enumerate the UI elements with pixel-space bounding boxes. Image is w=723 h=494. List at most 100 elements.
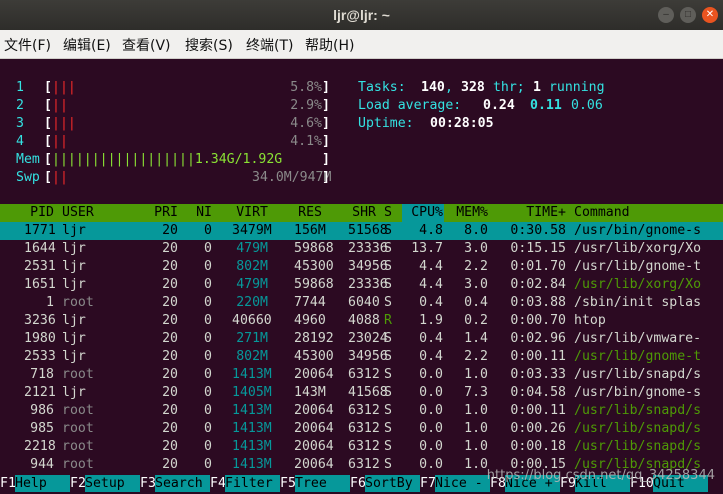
cell-cpu: 13.7 xyxy=(411,241,443,256)
cell-res: 20064 xyxy=(294,367,334,382)
cell-time: 0:02.96 xyxy=(510,331,566,346)
fkey-label-help[interactable]: Help xyxy=(15,475,70,492)
cell-shr: 6312 xyxy=(348,439,380,454)
cell-shr: 34956 xyxy=(348,349,388,364)
cell-pri: 20 xyxy=(162,385,178,400)
table-row[interactable]: 986 root 20 0 1413M 20064 6312 S 0.0 1.0 0:00.11/u… xyxy=(0,402,723,420)
column-header-virt[interactable]: VIRT xyxy=(232,204,268,222)
cell-mem: 7.3 xyxy=(464,385,488,400)
column-header-pri[interactable]: PRI xyxy=(150,204,178,222)
fkey-f3[interactable]: F3 xyxy=(140,475,156,492)
cell-pri: 20 xyxy=(162,421,178,436)
meter-value: 34.0M/947M xyxy=(252,170,332,185)
cell-pid: 2531 xyxy=(24,259,56,274)
fkey-f1[interactable]: F1 xyxy=(0,475,16,492)
menu-search[interactable]: 搜索(S) xyxy=(185,35,233,55)
column-header-ni[interactable]: NI xyxy=(196,204,212,222)
cell-shr: 6312 xyxy=(348,421,380,436)
menu-view[interactable]: 查看(V) xyxy=(122,35,171,55)
cell-pri: 20 xyxy=(162,277,178,292)
cell-ni: 0 xyxy=(204,385,212,400)
window-titlebar[interactable]: ljr@ljr: ~ – □ ✕ xyxy=(0,0,723,30)
fkey-label-tree[interactable]: Tree xyxy=(295,475,350,492)
table-row[interactable]: 2531 ljr 20 0 802M 45300 34956 S 4.4 2.2 0:01.70/u… xyxy=(0,258,723,276)
fkey-label-search[interactable]: Search xyxy=(155,475,210,492)
maximize-icon[interactable]: □ xyxy=(680,7,696,23)
menu-edit[interactable]: 编辑(E) xyxy=(63,35,111,55)
cell-s: S xyxy=(384,349,392,364)
fkey-f6[interactable]: F6 xyxy=(350,475,366,492)
column-header-pid[interactable]: PID xyxy=(24,204,54,222)
menu-help[interactable]: 帮助(H) xyxy=(305,35,354,55)
table-row[interactable]: 1980 ljr 20 0 271M 28192 23024 S 0.4 1.4 0:02.96/u… xyxy=(0,330,723,348)
cell-shr: 51568 xyxy=(348,223,388,238)
cell-user: root xyxy=(62,403,94,418)
table-row[interactable]: 1 root 20 0 220M 7744 6040 S 0.4 0.4 0:03.88/sbin/… xyxy=(0,294,723,312)
meter-value: 5.8% xyxy=(290,80,322,95)
fkey-f7[interactable]: F7 xyxy=(420,475,436,492)
cell-res: 20064 xyxy=(294,457,334,472)
cell-mem: 1.0 xyxy=(464,421,488,436)
fkey-f5[interactable]: F5 xyxy=(280,475,296,492)
column-header-s[interactable]: S xyxy=(384,204,394,222)
table-row[interactable]: 1771 ljr 20 0 3479M 156M 51568 S 4.8 8.0 0:30.58/u… xyxy=(0,222,723,240)
cell-s: S xyxy=(384,241,392,256)
meter-close-bracket: ] xyxy=(322,98,330,113)
table-row[interactable]: 1651 ljr 20 0 479M 59868 23336 S 4.4 3.0 0:02.84/u… xyxy=(0,276,723,294)
terminal-area[interactable]: 1[||| 5.8%] 2[|| 2.9%] 3[||| 4.6%] 4[|| 4.1%] Me… xyxy=(0,59,723,494)
column-header-shr[interactable]: SHR xyxy=(348,204,376,222)
cell-res: 156M xyxy=(294,223,326,238)
cell-shr: 41568 xyxy=(348,385,388,400)
meter-value: 4.1% xyxy=(290,134,322,149)
menu-file[interactable]: 文件(F) xyxy=(4,35,51,55)
cell-mem: 3.0 xyxy=(464,241,488,256)
cell-cpu: 0.0 xyxy=(419,421,443,436)
cell-res: 143M xyxy=(294,385,326,400)
cell-cpu: 4.8 xyxy=(419,223,443,238)
table-row[interactable]: 985 root 20 0 1413M 20064 6312 S 0.0 1.0 0:00.26/u… xyxy=(0,420,723,438)
fkey-f4[interactable]: F4 xyxy=(210,475,226,492)
column-header-command[interactable]: Command xyxy=(574,204,723,222)
table-row[interactable]: 2121 ljr 20 0 1405M 143M 41568 S 0.0 7.3 0:04.58/u… xyxy=(0,384,723,402)
cell-cpu: 0.4 xyxy=(419,331,443,346)
uptime-value: 00:28:05 xyxy=(430,116,494,131)
table-row[interactable]: 718 root 20 0 1413M 20064 6312 S 0.0 1.0 0:03.33/u… xyxy=(0,366,723,384)
cell-pri: 20 xyxy=(162,457,178,472)
close-icon[interactable]: ✕ xyxy=(702,7,718,23)
minimize-icon[interactable]: – xyxy=(658,7,674,23)
column-header-cpu[interactable]: CPU% xyxy=(403,204,443,222)
column-header-time[interactable]: TIME+ xyxy=(510,204,566,222)
process-table-header: PID USER PRI NI VIRT RES SHR S CPU% MEM% TIME+ Comm… xyxy=(0,204,723,222)
column-header-res[interactable]: RES xyxy=(294,204,322,222)
fkey-label-nice[interactable]: Nice - xyxy=(435,475,490,492)
table-row[interactable]: 3236 ljr 20 0 40660 4960 4088 R 1.9 0.2 0:00.70 hto… xyxy=(0,312,723,330)
cell-command: /usr/lib/snapd/s xyxy=(574,367,702,382)
cell-virt: 802M xyxy=(236,259,268,274)
table-row[interactable]: 2218 root 20 0 1413M 20064 6312 S 0.0 1.0 0:00.18 /… xyxy=(0,438,723,456)
column-header-user[interactable]: USER xyxy=(62,204,122,222)
load-5min: 0.11 xyxy=(530,98,562,113)
cell-pid: 718 xyxy=(30,367,54,382)
menu-terminal[interactable]: 终端(T) xyxy=(246,35,293,55)
load-1min: 0.24 xyxy=(483,98,515,113)
meter-bar: || xyxy=(52,170,68,185)
cell-shr: 23024 xyxy=(348,331,388,346)
cell-shr: 6312 xyxy=(348,403,380,418)
cell-s: S xyxy=(384,439,392,454)
cell-ni: 0 xyxy=(204,277,212,292)
fkey-label-sortby[interactable]: SortBy xyxy=(365,475,420,492)
watermark-text: https://blog.csdn.net/qq_34258344 xyxy=(486,468,715,483)
column-header-mem[interactable]: MEM% xyxy=(448,204,488,222)
cell-user: ljr xyxy=(62,277,86,292)
cell-command: /usr/bin/gnome-s xyxy=(574,223,702,238)
fkey-label-filter[interactable]: Filter xyxy=(225,475,280,492)
fkey-label-setup[interactable]: Setup xyxy=(85,475,140,492)
cell-virt: 479M xyxy=(236,241,268,256)
table-row[interactable]: 2533 ljr 20 0 802M 45300 34956 S 0.4 2.2 0:00.11/u… xyxy=(0,348,723,366)
cell-shr: 23336 xyxy=(348,277,388,292)
cell-command: /usr/lib/xorg/Xo xyxy=(574,241,702,256)
menu-bar: 文件(F) 编辑(E) 查看(V) 搜索(S) 终端(T) 帮助(H) xyxy=(0,30,723,59)
table-row[interactable]: 1644 ljr 20 0 479M 59868 23336 S 13.7 3.0 0:15.15 /… xyxy=(0,240,723,258)
cell-pid: 1980 xyxy=(24,331,56,346)
fkey-f2[interactable]: F2 xyxy=(70,475,86,492)
